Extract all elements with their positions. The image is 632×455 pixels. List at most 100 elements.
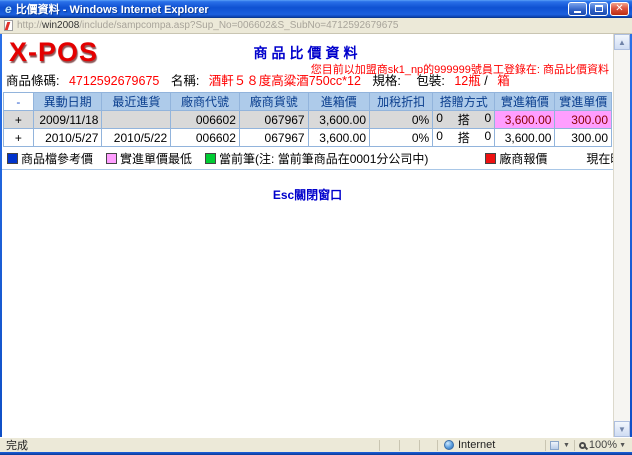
minimize-button[interactable] — [568, 2, 587, 16]
zoom-control[interactable]: 100% ▼ — [574, 440, 630, 451]
table-row: + 2010/5/27 2010/5/22 006602 067967 3,60… — [4, 129, 612, 147]
zone-label: Internet — [458, 439, 495, 451]
col-bundle: 搭贈方式 — [433, 93, 495, 111]
vertical-scrollbar[interactable]: ▲ ▼ — [613, 34, 630, 437]
table-row: + 2009/11/18 006602 067967 3,600.00 0% 0… — [4, 111, 612, 129]
col-actual-unit-price: 實進單價 — [555, 93, 612, 111]
legend-item: 實進單價最低 — [106, 150, 192, 167]
col-box-price: 進箱價 — [308, 93, 369, 111]
col-change-date: 異動日期 — [33, 93, 102, 111]
url-path: /include/sampcompa.asp?Sup_No=006602&S_S… — [79, 20, 398, 31]
actual-box-price-cell: 3,600.00 — [495, 111, 555, 129]
change-date-cell: 2010/5/27 — [33, 129, 102, 147]
legend-item: 當前筆(注: 當前筆商品在0001分公司中) — [205, 150, 428, 167]
status-separator — [419, 440, 437, 451]
chevron-down-icon: ▼ — [563, 442, 570, 449]
address-bar[interactable]: http://win2008/include/sampcompa.asp?Sup… — [0, 18, 632, 34]
bundle-qty: 0 — [436, 111, 443, 128]
current-record-color-icon — [205, 153, 216, 164]
bundle-cell: 0搭0 — [433, 129, 495, 147]
time-label: 現在時間: — [586, 152, 613, 166]
scrollbar-track[interactable] — [614, 50, 630, 421]
page-content: X-POS 商品比價資料 您目前以加盟商sk1_np的999999號員工登錄在:… — [2, 34, 613, 437]
actual-box-price-cell: 3,600.00 — [495, 129, 555, 147]
tax-discount-cell: 0% — [370, 111, 433, 129]
bundle-word: 搭 — [458, 111, 470, 128]
address-url[interactable]: http://win2008/include/sampcompa.asp?Sup… — [17, 20, 398, 31]
title-bar: e 比價資料 - Windows Internet Explorer ✕ — [0, 0, 632, 18]
last-purchase-cell — [102, 111, 171, 129]
zoom-level: 100% — [589, 439, 617, 451]
page-title: 商品比價資料 — [2, 43, 613, 63]
barcode-value: 4712592679675 — [69, 74, 159, 88]
lowest-price-color-icon — [106, 153, 117, 164]
last-purchase-cell: 2010/5/22 — [102, 129, 171, 147]
protection-menu[interactable]: ▼ — [545, 440, 574, 451]
bundle-cell: 0搭0 — [433, 111, 495, 129]
magnifier-icon — [579, 442, 586, 449]
col-actual-box-price: 實進箱價 — [495, 93, 555, 111]
status-bar: 完成 Internet ▼ 100% ▼ — [0, 437, 632, 452]
page-header: X-POS 商品比價資料 您目前以加盟商sk1_np的999999號員工登錄在:… — [2, 34, 613, 92]
box-price-cell: 3,600.00 — [308, 129, 369, 147]
change-date-cell: 2009/11/18 — [33, 111, 102, 129]
shield-icon — [550, 441, 559, 450]
page-icon — [4, 20, 13, 31]
pack-unit: 箱 — [497, 74, 510, 88]
ie-icon: e — [5, 2, 12, 16]
vendor-code-cell: 006602 — [171, 129, 240, 147]
col-tax-discount: 加稅折扣 — [370, 93, 433, 111]
table-header-row: - 異動日期 最近進貨 廠商代號 廠商貨號 進箱價 加稅折扣 搭贈方式 實進箱價… — [4, 93, 612, 111]
col-vendor-item: 廠商貨號 — [239, 93, 308, 111]
product-info-line: 商品條碼: 4712592679675 名稱: 酒軒５８度高粱酒750cc*12… — [6, 70, 518, 89]
spec-label: 規格: — [372, 74, 400, 88]
esc-close-hint: Esc關閉窗口 — [2, 186, 613, 203]
reference-price-color-icon — [7, 153, 18, 164]
maximize-button[interactable] — [589, 2, 608, 16]
bundle-gift: 0 — [485, 129, 492, 146]
bundle-gift: 0 — [485, 111, 492, 128]
scroll-up-icon[interactable]: ▲ — [614, 34, 630, 50]
legend-item: 商品檔參考價 — [7, 150, 93, 167]
barcode-label: 商品條碼: — [6, 74, 59, 88]
scroll-down-icon[interactable]: ▼ — [614, 421, 630, 437]
url-protocol: http:// — [17, 20, 42, 31]
current-time: 現在時間: 2010/5/27 15:16:58 — [586, 150, 613, 167]
internet-globe-icon — [444, 440, 454, 450]
security-zone: Internet — [437, 440, 545, 451]
vendor-item-cell: 067967 — [239, 129, 308, 147]
tax-discount-cell: 0% — [370, 129, 433, 147]
legend-label: 廠商報價 — [499, 150, 547, 167]
col-last-purchase: 最近進貨 — [102, 93, 171, 111]
box-price-cell: 3,600.00 — [308, 111, 369, 129]
legend-label: 當前筆(注: 當前筆商品在0001分公司中) — [219, 150, 428, 167]
name-label: 名稱: — [171, 74, 199, 88]
minimize-icon — [574, 11, 581, 13]
maximize-icon — [595, 5, 603, 12]
legend-item: 廠商報價 — [485, 150, 547, 167]
vendor-quote-color-icon — [485, 153, 496, 164]
collapse-all-header[interactable]: - — [4, 93, 34, 111]
close-button[interactable]: ✕ — [610, 2, 629, 16]
status-separator — [379, 440, 397, 451]
legend-label: 實進單價最低 — [120, 150, 192, 167]
product-name: 酒軒５８度高粱酒750cc*12 — [209, 74, 361, 88]
bundle-word: 搭 — [458, 129, 470, 146]
status-text: 完成 — [2, 437, 377, 453]
vendor-item-cell: 067967 — [239, 111, 308, 129]
pack-value: 12瓶 — [454, 74, 480, 88]
pack-separator: / — [484, 74, 487, 88]
color-legend: 商品檔參考價 實進單價最低 當前筆(注: 當前筆商品在0001分公司中) 廠商報… — [2, 147, 613, 170]
actual-unit-price-cell: 300.00 — [555, 111, 612, 129]
expand-toggle[interactable]: + — [4, 129, 34, 147]
price-comparison-table: - 異動日期 最近進貨 廠商代號 廠商貨號 進箱價 加稅折扣 搭贈方式 實進箱價… — [3, 92, 612, 147]
col-vendor-code: 廠商代號 — [171, 93, 240, 111]
legend-label: 商品檔參考價 — [21, 150, 93, 167]
chevron-down-icon: ▼ — [619, 442, 626, 449]
pack-label: 包裝: — [416, 74, 444, 88]
url-host: win2008 — [42, 20, 79, 31]
browser-window: e 比價資料 - Windows Internet Explorer ✕ htt… — [0, 0, 632, 455]
expand-toggle[interactable]: + — [4, 111, 34, 129]
window-title: 比價資料 - Windows Internet Explorer — [16, 1, 568, 17]
bundle-qty: 0 — [436, 129, 443, 146]
